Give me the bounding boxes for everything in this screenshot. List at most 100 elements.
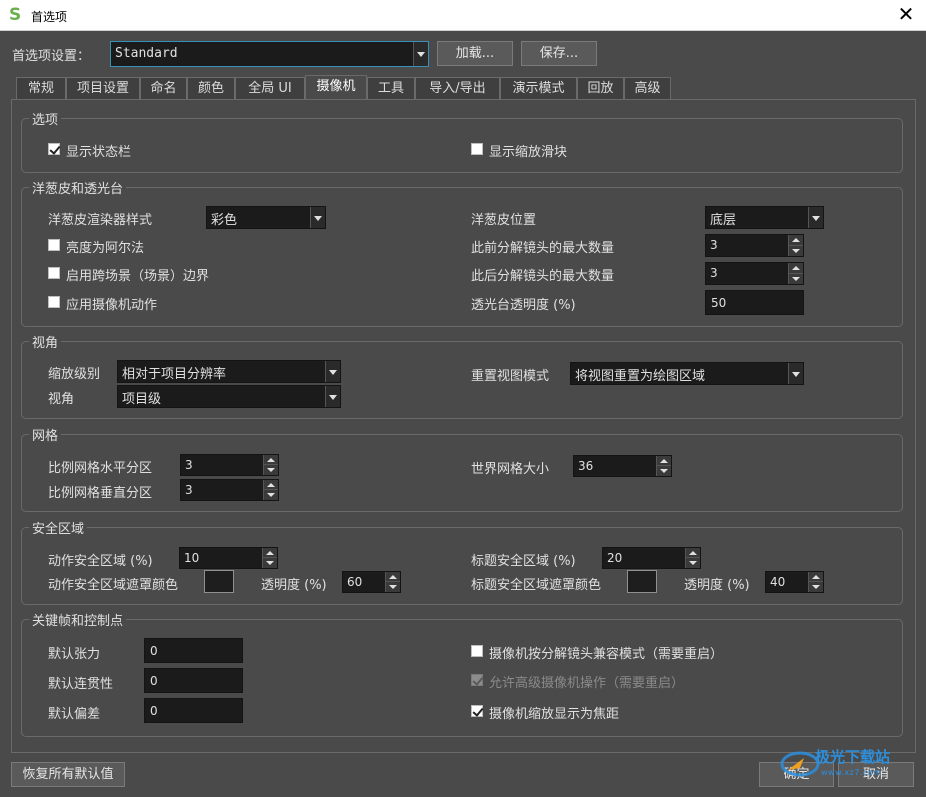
grid-v-spinbox[interactable]: 3 [180,479,279,501]
title-safe-opacity-spinbox[interactable]: 40 [765,571,824,593]
prefs-set-value: Standard [115,46,178,61]
reset-view-label: 重置视图模式 [471,369,550,384]
default-continuity-value: 0 [150,674,158,688]
tab-global-ui[interactable]: 全局 UI [235,77,305,99]
camera-compat-mode-checkbox[interactable] [471,645,483,657]
keyframes-group-title: 关键帧和控制点 [29,610,127,629]
tab-import-export[interactable]: 导入/导出 [415,77,500,99]
restore-defaults-button[interactable]: 恢复所有默认值 [11,762,125,787]
luma-alpha-checkbox[interactable] [48,239,60,251]
onion-position-label: 洋葱皮位置 [471,213,537,228]
spin-up-icon[interactable] [789,263,803,274]
spin-up-icon[interactable] [809,572,823,582]
onion-position-dropdown[interactable]: 底层 [705,206,824,229]
load-button[interactable]: 加载... [437,41,513,66]
world-grid-size-spinbox[interactable]: 36 [573,455,672,477]
tab-camera[interactable]: 摄像机 [305,75,367,100]
chevron-down-icon [808,207,823,228]
tab-naming[interactable]: 命名 [140,77,187,99]
apply-camera-checkbox[interactable] [48,296,60,308]
onion-skin-group-title: 洋葱皮和透光台 [29,178,127,197]
spin-up-icon[interactable] [789,235,803,246]
close-icon[interactable]: ✕ [895,3,917,25]
max-prev-drawings-label: 此前分解镜头的最大数量 [471,241,615,256]
prefs-set-dropdown[interactable]: Standard [110,41,429,67]
title-bar: S 首选项 ✕ [0,0,926,31]
watermark-text: 极光下载站 [815,748,891,766]
tab-tools[interactable]: 工具 [367,77,415,99]
default-tension-value: 0 [150,644,158,658]
spin-down-icon[interactable] [264,465,278,475]
tab-advanced[interactable]: 高级 [624,77,671,99]
default-tension-field[interactable]: 0 [144,638,243,663]
spin-up-icon[interactable] [386,572,400,582]
default-continuity-label: 默认连贯性 [48,677,114,692]
view-group-title: 视角 [29,332,62,351]
zoom-level-label: 缩放级别 [48,367,101,382]
spin-down-icon[interactable] [264,490,278,500]
view-dropdown[interactable]: 项目级 [117,385,341,408]
spin-down-icon[interactable] [657,466,671,476]
safe-area-group-title: 安全区域 [29,518,88,537]
grid-v-label: 比例网格垂直分区 [48,486,153,501]
save-button[interactable]: 保存... [521,41,597,66]
title-safe-opacity-value: 40 [770,575,786,589]
action-safe-value: 10 [184,551,200,565]
show-zoom-slider-label: 显示缩放滑块 [489,145,568,160]
cross-scene-label: 启用跨场景（场景）边界 [66,269,210,284]
title-safe-opacity-label: 透明度 (%) [684,578,750,593]
view-value: 项目级 [122,392,162,407]
window-title: 首选项 [31,10,68,24]
title-safe-color-swatch[interactable] [627,570,657,593]
action-safe-spinbox[interactable]: 10 [179,547,278,569]
spin-up-icon[interactable] [263,548,277,558]
grid-group [21,434,903,512]
options-group-title: 选项 [29,109,62,128]
tab-colors[interactable]: 颜色 [187,77,235,99]
zoom-level-dropdown[interactable]: 相对于项目分辨率 [117,360,341,383]
lighttable-opacity-value: 50 [711,296,727,310]
focal-length-checkbox[interactable] [471,705,483,717]
default-continuity-field[interactable]: 0 [144,668,243,693]
advanced-camera-ops-checkbox [471,674,483,686]
reset-view-value: 将视图重置为绘图区域 [575,369,706,384]
onion-renderer-dropdown[interactable]: 彩色 [206,206,326,229]
spin-down-icon[interactable] [263,558,277,568]
grid-h-spinbox[interactable]: 3 [180,454,279,476]
spin-up-icon[interactable] [264,455,278,465]
title-safe-spinbox[interactable]: 20 [602,547,701,569]
action-safe-opacity-label: 透明度 (%) [261,578,327,593]
grid-group-title: 网格 [29,425,62,444]
show-status-bar-checkbox[interactable] [48,143,60,155]
max-next-drawings-spinbox[interactable]: 3 [705,262,804,285]
spin-down-icon[interactable] [789,274,803,285]
reset-view-dropdown[interactable]: 将视图重置为绘图区域 [570,362,804,385]
spin-down-icon[interactable] [386,582,400,592]
action-safe-opacity-spinbox[interactable]: 60 [342,571,401,593]
options-group [21,118,903,173]
zoom-level-value: 相对于项目分辨率 [122,367,227,382]
show-zoom-slider-checkbox[interactable] [471,143,483,155]
spin-up-icon[interactable] [264,480,278,490]
safe-area-group [21,527,903,605]
spin-down-icon[interactable] [686,558,700,568]
spin-down-icon[interactable] [809,582,823,592]
spin-down-icon[interactable] [789,246,803,257]
tab-playback[interactable]: 回放 [577,77,624,99]
tab-general[interactable]: 常规 [16,77,66,99]
tab-presentation[interactable]: 演示模式 [500,77,577,99]
max-prev-drawings-spinbox[interactable]: 3 [705,234,804,257]
chevron-down-icon [413,42,428,66]
camera-compat-mode-label: 摄像机按分解镜头兼容模式（需要重启） [489,647,724,662]
cross-scene-checkbox[interactable] [48,267,60,279]
action-safe-color-swatch[interactable] [204,570,234,593]
spin-up-icon[interactable] [686,548,700,558]
chevron-down-icon [310,207,325,228]
default-bias-field[interactable]: 0 [144,698,243,723]
tab-project-settings[interactable]: 项目设置 [66,77,140,99]
title-safe-mask-label: 标题安全区域遮罩颜色 [471,578,602,593]
spin-up-icon[interactable] [657,456,671,466]
default-bias-label: 默认偏差 [48,707,101,722]
lighttable-opacity-field[interactable]: 50 [705,290,804,315]
title-safe-value: 20 [607,551,623,565]
